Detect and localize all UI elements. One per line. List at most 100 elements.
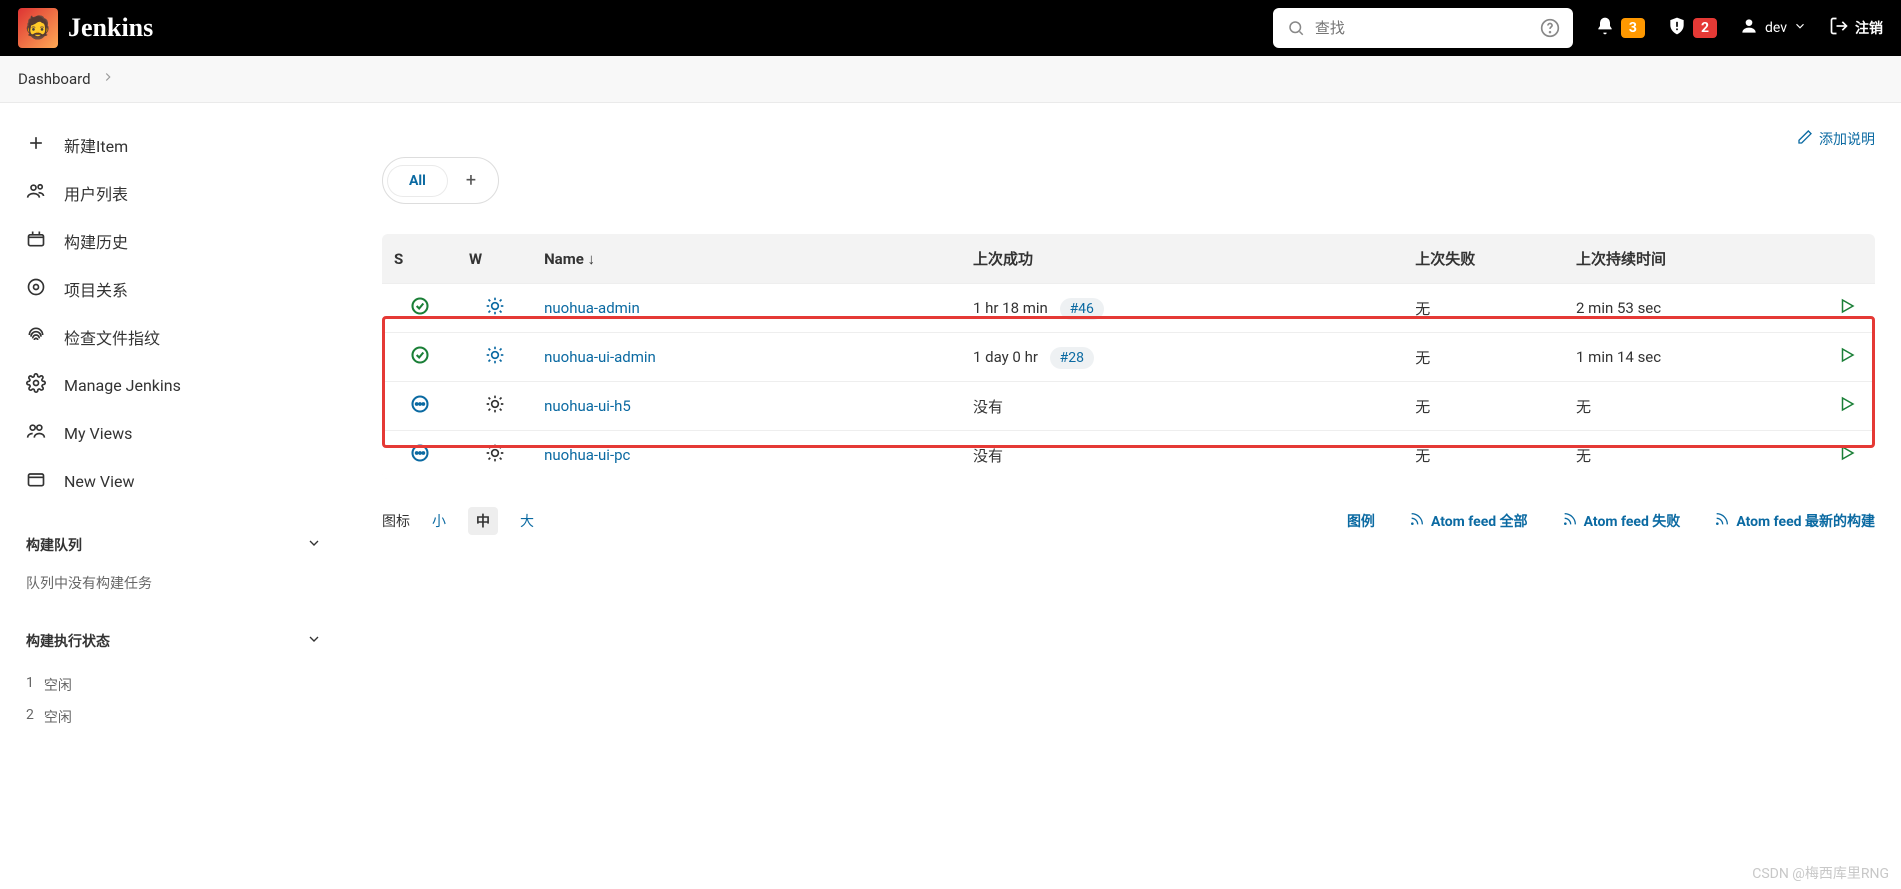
add-description-label: 添加说明 <box>1819 129 1875 149</box>
size-medium[interactable]: 中 <box>468 507 498 535</box>
build-badge[interactable]: #28 <box>1050 347 1094 369</box>
run-button[interactable] <box>1819 284 1875 333</box>
views-icon <box>26 421 46 445</box>
help-icon[interactable] <box>1539 17 1561 39</box>
sidebar-item-relation[interactable]: 项目关系 <box>8 265 340 313</box>
sidebar-item-label: 新建Item <box>64 133 128 157</box>
fingerprint-icon <box>26 325 46 349</box>
status-icon <box>382 333 457 382</box>
weather-icon <box>457 284 532 333</box>
bell-icon <box>1595 16 1615 40</box>
notif-badge: 3 <box>1621 18 1645 38</box>
sidebar-item-newview[interactable]: New View <box>8 457 340 505</box>
table-row: nuohua-admin 1 hr 18 min #46无2 min 53 sec <box>382 284 1875 333</box>
table-row: nuohua-ui-pc没有 无无 <box>382 431 1875 480</box>
col-duration[interactable]: 上次持续时间 <box>1564 234 1819 284</box>
brand-text: Jenkins <box>68 13 153 43</box>
jenkins-logo-icon: 🧔 <box>18 8 58 48</box>
job-table: S W Name ↓ 上次成功 上次失败 上次持续时间 nuohua-admin… <box>382 234 1875 479</box>
executor-section: 构建执行状态 1空闲2空闲 <box>8 621 340 741</box>
sidebar-item-label: 项目关系 <box>64 277 128 301</box>
user-icon <box>1739 16 1759 40</box>
gear-icon <box>26 373 46 397</box>
executor-header[interactable]: 构建执行状态 <box>8 621 340 661</box>
col-last-success[interactable]: 上次成功 <box>961 234 1403 284</box>
executor-row: 2空闲 <box>26 701 322 733</box>
rss-icon <box>1409 511 1425 531</box>
alerts-button[interactable]: 2 <box>1667 16 1717 40</box>
run-button[interactable] <box>1819 333 1875 382</box>
people-icon <box>26 181 46 205</box>
duration: 1 min 14 sec <box>1564 333 1819 382</box>
notifications-button[interactable]: 3 <box>1595 16 1645 40</box>
search-box[interactable] <box>1273 8 1573 48</box>
tab-all[interactable]: All <box>387 165 448 197</box>
logo[interactable]: 🧔 Jenkins <box>18 8 153 48</box>
status-icon <box>382 382 457 431</box>
sidebar-item-views[interactable]: My Views <box>8 409 340 457</box>
search-icon <box>1285 17 1307 39</box>
chevron-down-icon <box>306 535 322 555</box>
user-menu[interactable]: dev <box>1739 16 1807 40</box>
weather-icon <box>457 431 532 480</box>
sidebar-item-gear[interactable]: Manage Jenkins <box>8 361 340 409</box>
alert-badge: 2 <box>1693 18 1717 38</box>
last-success: 1 hr 18 min #46 <box>961 284 1403 333</box>
plus-icon <box>26 133 46 157</box>
duration: 无 <box>1564 431 1819 480</box>
last-fail: 无 <box>1403 382 1564 431</box>
build-queue-header[interactable]: 构建队列 <box>8 525 340 565</box>
breadcrumb-item[interactable]: Dashboard <box>18 70 91 88</box>
view-tabs: All + <box>382 157 499 204</box>
add-description-link[interactable]: 添加说明 <box>1797 129 1875 149</box>
last-fail: 无 <box>1403 284 1564 333</box>
sidebar-item-label: 检查文件指纹 <box>64 325 160 349</box>
run-button[interactable] <box>1819 382 1875 431</box>
col-weather[interactable]: W <box>457 234 532 284</box>
table-row: nuohua-ui-admin1 day 0 hr #28无1 min 14 s… <box>382 333 1875 382</box>
search-input[interactable] <box>1315 20 1531 37</box>
chevron-right-icon <box>101 70 115 88</box>
sidebar-item-label: 构建历史 <box>64 229 128 253</box>
logout-label: 注销 <box>1855 18 1883 38</box>
sidebar-item-history[interactable]: 构建历史 <box>8 217 340 265</box>
job-link[interactable]: nuohua-ui-admin <box>544 348 656 366</box>
build-queue-section: 构建队列 队列中没有构建任务 <box>8 525 340 601</box>
history-icon <box>26 229 46 253</box>
job-link[interactable]: nuohua-admin <box>544 299 640 317</box>
feed-fail-link[interactable]: Atom feed 失败 <box>1562 511 1681 531</box>
logout-button[interactable]: 注销 <box>1829 16 1883 40</box>
watermark: CSDN @梅西库里RNG <box>1752 863 1889 883</box>
sidebar-item-fingerprint[interactable]: 检查文件指纹 <box>8 313 340 361</box>
chevron-down-icon <box>306 631 322 651</box>
feed-latest-link[interactable]: Atom feed 最新的构建 <box>1714 511 1875 531</box>
main-content: 添加说明 All + S W Name ↓ 上次成功 上次失败 上次持续时间 <box>348 103 1901 759</box>
tab-add-button[interactable]: + <box>448 162 494 199</box>
size-small[interactable]: 小 <box>424 507 454 535</box>
duration: 2 min 53 sec <box>1564 284 1819 333</box>
last-success: 没有 <box>961 431 1403 480</box>
legend-link[interactable]: 图例 <box>1347 511 1375 531</box>
size-large[interactable]: 大 <box>512 507 542 535</box>
status-icon <box>382 284 457 333</box>
col-name[interactable]: Name ↓ <box>532 234 961 284</box>
sidebar: 新建Item 用户列表构建历史项目关系检查文件指纹 Manage JenkinsMy… <box>0 103 348 759</box>
job-link[interactable]: nuohua-ui-h5 <box>544 397 631 415</box>
col-status[interactable]: S <box>382 234 457 284</box>
col-last-fail[interactable]: 上次失败 <box>1403 234 1564 284</box>
build-badge[interactable]: #46 <box>1060 298 1104 320</box>
sidebar-item-plus[interactable]: 新建Item <box>8 121 340 169</box>
job-link[interactable]: nuohua-ui-pc <box>544 446 630 464</box>
rss-icon <box>1562 511 1578 531</box>
last-success: 没有 <box>961 382 1403 431</box>
header: 🧔 Jenkins 3 2 dev 注销 <box>0 0 1901 56</box>
table-row: nuohua-ui-h5没有 无无 <box>382 382 1875 431</box>
sidebar-item-label: 用户列表 <box>64 181 128 205</box>
sidebar-item-label: New View <box>64 472 134 491</box>
executor-row: 1空闲 <box>26 669 322 701</box>
sidebar-item-people[interactable]: 用户列表 <box>8 169 340 217</box>
executor-title: 构建执行状态 <box>26 631 110 651</box>
run-button[interactable] <box>1819 431 1875 480</box>
feed-all-link[interactable]: Atom feed 全部 <box>1409 511 1528 531</box>
user-name: dev <box>1765 20 1787 36</box>
